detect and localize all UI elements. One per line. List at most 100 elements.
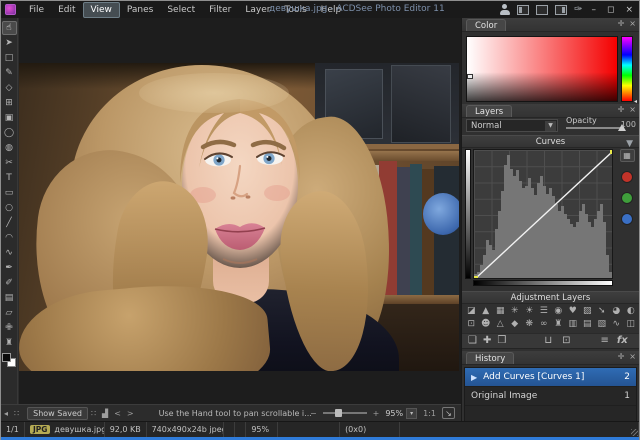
duplicate-layer-button[interactable]: ❒ xyxy=(497,334,506,348)
menu-filter[interactable]: Filter xyxy=(202,3,238,17)
menu-edit[interactable]: Edit xyxy=(51,3,82,17)
layout-right-pane-button[interactable] xyxy=(555,5,567,15)
window-resize-grip[interactable] xyxy=(631,429,638,436)
vignette-icon[interactable]: △ xyxy=(493,318,508,331)
zoom-slider[interactable] xyxy=(323,412,367,414)
collapse-left-icon[interactable]: ◂ xyxy=(4,409,8,418)
select-tool[interactable]: ➤ xyxy=(2,36,17,50)
color-swatches[interactable] xyxy=(2,353,16,367)
blur-icon[interactable]: ∞ xyxy=(537,318,552,331)
zoom-dropdown-button[interactable]: ▾ xyxy=(406,408,417,419)
layout-single-pane-button[interactable] xyxy=(536,5,548,15)
sharpen-icon[interactable]: ♜ xyxy=(551,318,566,331)
delete-layer-button[interactable]: ⊔ xyxy=(544,334,552,348)
levels-icon[interactable]: ▲ xyxy=(479,305,494,318)
image-canvas[interactable] xyxy=(19,18,463,404)
curve-adjust-icon[interactable]: ∿ xyxy=(609,318,624,331)
crop-tool[interactable]: ⊞ xyxy=(2,96,17,110)
photo-canvas[interactable] xyxy=(19,63,459,371)
curve-tool[interactable]: ∿ xyxy=(2,246,17,260)
dodge-burn-icon[interactable]: ➘ xyxy=(595,305,610,318)
split-tone-icon[interactable]: ◐ xyxy=(624,305,639,318)
zoom-percent[interactable]: 95% xyxy=(385,409,403,418)
pin-icon[interactable]: ✛ xyxy=(618,105,625,114)
close-button[interactable]: × xyxy=(623,5,635,15)
pin-icon[interactable]: ✛ xyxy=(618,19,625,28)
red-eye-icon[interactable]: ◕ xyxy=(609,305,624,318)
gradient-tool[interactable]: ▤ xyxy=(2,291,17,305)
eyedropper-tool[interactable]: ✒ xyxy=(2,261,17,275)
edit-brush-tool[interactable]: ✎ xyxy=(2,66,17,80)
history-item[interactable]: ▶Add Curves [Curves 1]2 xyxy=(465,368,636,387)
gradient-map-icon[interactable]: ▧ xyxy=(595,318,610,331)
layer-menu-button[interactable]: ≡ xyxy=(601,334,609,348)
curves-line[interactable] xyxy=(474,150,613,279)
histogram-icon[interactable]: ▟ xyxy=(102,409,108,418)
vibrance-icon[interactable]: ♥ xyxy=(566,305,581,318)
layout-left-pane-button[interactable] xyxy=(517,5,529,15)
menu-panes[interactable]: Panes xyxy=(120,3,160,17)
round-shapes-tool[interactable]: ◯ xyxy=(2,126,17,140)
zoom-in-button[interactable]: + xyxy=(373,409,380,418)
color-eq-icon[interactable]: ☰ xyxy=(537,305,552,318)
previous-image-button[interactable]: < xyxy=(114,409,121,418)
color-saturation-field[interactable] xyxy=(466,36,618,102)
menu-file[interactable]: File xyxy=(22,3,51,17)
shapes-tool[interactable]: ▣ xyxy=(2,111,17,125)
color-wheel-icon[interactable]: ◉ xyxy=(551,305,566,318)
chevron-down-icon[interactable]: ▼ xyxy=(545,121,556,131)
actual-size-button[interactable]: 1:1 xyxy=(423,409,436,418)
add-group-button[interactable]: ❑ xyxy=(468,334,477,348)
show-saved-button[interactable]: Show Saved xyxy=(27,407,88,420)
clarity-icon[interactable]: ⊡ xyxy=(464,318,479,331)
channel-green-button[interactable] xyxy=(621,192,633,204)
add-layer-button[interactable]: ✚ xyxy=(483,334,491,348)
next-image-button[interactable]: > xyxy=(127,409,134,418)
close-icon[interactable]: × xyxy=(629,105,636,114)
dock-dots-icon[interactable]: ∷ xyxy=(14,409,19,418)
hand-tool[interactable]: ☝ xyxy=(2,21,17,35)
saturation-icon[interactable]: ◆ xyxy=(508,318,523,331)
maximize-button[interactable]: ◻ xyxy=(605,5,616,15)
photo-effect-icon[interactable]: ▤ xyxy=(580,318,595,331)
layers-panel-tab[interactable]: Layers xyxy=(466,105,512,117)
clone-stamp-tool[interactable]: ♜ xyxy=(2,336,17,350)
close-icon[interactable]: × xyxy=(629,352,636,361)
feather-icon[interactable]: ✑ xyxy=(574,5,582,15)
brush-tool[interactable]: ✐ xyxy=(2,276,17,290)
close-icon[interactable]: × xyxy=(629,19,636,28)
skin-tune-icon[interactable]: ▨ xyxy=(580,305,595,318)
opacity-slider[interactable] xyxy=(566,127,624,129)
texture-icon[interactable]: ▥ xyxy=(566,318,581,331)
zoom-out-button[interactable]: − xyxy=(310,409,317,418)
cube-3d-icon[interactable]: ◫ xyxy=(624,318,639,331)
account-icon[interactable] xyxy=(499,4,510,15)
layer-fx-button[interactable]: fx xyxy=(617,334,628,348)
light-eq-icon[interactable]: ☀ xyxy=(522,305,537,318)
history-panel-tab[interactable]: History xyxy=(466,352,514,364)
cut-tool[interactable]: ✂ xyxy=(2,156,17,170)
heal-tool[interactable]: ✙ xyxy=(2,321,17,335)
color-picker-marker[interactable] xyxy=(467,74,473,79)
polygon-select-tool[interactable]: ◇ xyxy=(2,81,17,95)
curves-plot[interactable] xyxy=(473,149,613,279)
rectangle-tool[interactable]: ▭ xyxy=(2,186,17,200)
zoom-slider-handle[interactable] xyxy=(335,409,342,417)
layer-monitor-button[interactable]: ⊡ xyxy=(562,334,570,348)
color-panel-tab[interactable]: Color xyxy=(466,19,506,31)
line-tool[interactable]: ╱ xyxy=(2,216,17,230)
blend-mode-select[interactable]: Normal ▼ xyxy=(466,119,558,132)
hue-slider[interactable] xyxy=(621,36,633,102)
menu-view[interactable]: View xyxy=(83,2,120,18)
arc-tool[interactable]: ◠ xyxy=(2,231,17,245)
channel-blue-button[interactable] xyxy=(621,213,633,225)
callout-tool[interactable]: ◍ xyxy=(2,141,17,155)
minimize-button[interactable]: – xyxy=(589,5,598,15)
eraser-tool[interactable]: ▱ xyxy=(2,306,17,320)
fit-image-button[interactable]: ↘ xyxy=(442,407,455,419)
channel-rgb-button[interactable]: ▦ xyxy=(620,149,635,162)
foreground-color-swatch[interactable] xyxy=(2,353,11,362)
pin-icon[interactable]: ✛ xyxy=(618,352,625,361)
marquee-tool[interactable]: □ xyxy=(2,51,17,65)
tone-curves-icon[interactable]: ▦ xyxy=(493,305,508,318)
